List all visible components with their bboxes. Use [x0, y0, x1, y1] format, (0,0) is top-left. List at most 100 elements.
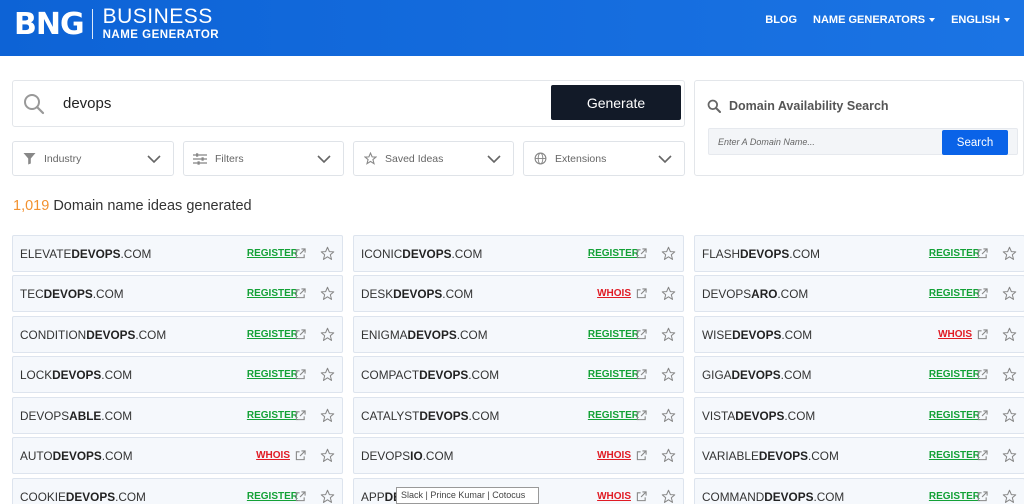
external-link-icon[interactable] — [295, 491, 306, 502]
register-link[interactable]: REGISTER — [929, 288, 980, 299]
external-link-icon[interactable] — [295, 410, 306, 421]
register-link[interactable]: REGISTER — [588, 329, 639, 340]
nav-name-generators[interactable]: NAME GENERATORS — [813, 14, 936, 26]
favorite-star-icon[interactable] — [661, 286, 676, 301]
external-link-icon[interactable] — [977, 410, 988, 421]
favorite-star-icon[interactable] — [1002, 489, 1017, 504]
register-link[interactable]: REGISTER — [247, 369, 298, 380]
domain-name[interactable]: APPDE — [361, 490, 401, 504]
domain-name[interactable]: COMPACTDEVOPS.COM — [361, 368, 499, 382]
external-link-icon[interactable] — [977, 369, 988, 380]
favorite-star-icon[interactable] — [1002, 448, 1017, 463]
register-link[interactable]: REGISTER — [247, 491, 298, 502]
favorite-star-icon[interactable] — [661, 327, 676, 342]
external-link-icon[interactable] — [636, 369, 647, 380]
domain-name[interactable]: ICONICDEVOPS.COM — [361, 247, 482, 261]
external-link-icon[interactable] — [295, 248, 306, 259]
domain-name[interactable]: ENIGMADEVOPS.COM — [361, 328, 488, 342]
domain-name[interactable]: VARIABLEDEVOPS.COM — [702, 449, 839, 463]
favorite-star-icon[interactable] — [320, 367, 335, 382]
register-link[interactable]: REGISTER — [929, 491, 980, 502]
favorite-star-icon[interactable] — [1002, 367, 1017, 382]
register-link[interactable]: REGISTER — [247, 329, 298, 340]
domain-name[interactable]: AUTODEVOPS.COM — [20, 449, 133, 463]
favorite-star-icon[interactable] — [320, 327, 335, 342]
favorite-star-icon[interactable] — [1002, 408, 1017, 423]
favorite-star-icon[interactable] — [320, 246, 335, 261]
favorite-star-icon[interactable] — [320, 448, 335, 463]
domain-search-button[interactable]: Search — [942, 130, 1008, 155]
favorite-star-icon[interactable] — [1002, 246, 1017, 261]
whois-link[interactable]: WHOIS — [256, 450, 290, 461]
domain-name-suffix: .COM — [780, 368, 812, 382]
external-link-icon[interactable] — [977, 329, 988, 340]
domain-name[interactable]: DEVOPSARO.COM — [702, 287, 808, 301]
register-link[interactable]: REGISTER — [588, 248, 639, 259]
domain-name[interactable]: CONDITIONDEVOPS.COM — [20, 328, 166, 342]
nav-blog[interactable]: BLOG — [765, 14, 797, 26]
filters-dropdown[interactable]: Filters — [183, 141, 344, 176]
domain-name[interactable]: COOKIEDEVOPS.COM — [20, 490, 146, 504]
site-logo[interactable]: BNG BUSINESS NAME GENERATOR — [14, 6, 219, 42]
register-link[interactable]: REGISTER — [247, 248, 298, 259]
external-link-icon[interactable] — [636, 450, 647, 461]
whois-link[interactable]: WHOIS — [597, 288, 631, 299]
register-link[interactable]: REGISTER — [588, 410, 639, 421]
domain-name[interactable]: ELEVATEDEVOPS.COM — [20, 247, 151, 261]
external-link-icon[interactable] — [636, 491, 647, 502]
domain-name[interactable]: TECDEVOPS.COM — [20, 287, 124, 301]
domain-card: FLASHDEVOPS.COM REGISTER — [694, 235, 1024, 272]
domain-name[interactable]: WISEDEVOPS.COM — [702, 328, 812, 342]
favorite-star-icon[interactable] — [661, 489, 676, 504]
saved-ideas-dropdown[interactable]: Saved Ideas — [353, 141, 514, 176]
domain-name[interactable]: GIGADEVOPS.COM — [702, 368, 811, 382]
domain-name[interactable]: FLASHDEVOPS.COM — [702, 247, 820, 261]
favorite-star-icon[interactable] — [320, 286, 335, 301]
external-link-icon[interactable] — [636, 288, 647, 299]
external-link-icon[interactable] — [636, 329, 647, 340]
filters-label: Filters — [215, 152, 244, 165]
domain-name[interactable]: COMMANDDEVOPS.COM — [702, 490, 844, 504]
favorite-star-icon[interactable] — [661, 408, 676, 423]
external-link-icon[interactable] — [295, 369, 306, 380]
favorite-star-icon[interactable] — [320, 489, 335, 504]
external-link-icon[interactable] — [977, 450, 988, 461]
external-link-icon[interactable] — [636, 410, 647, 421]
domain-name[interactable]: LOCKDEVOPS.COM — [20, 368, 132, 382]
register-link[interactable]: REGISTER — [247, 410, 298, 421]
domain-name[interactable]: DEVOPSIO.COM — [361, 449, 453, 463]
register-link[interactable]: REGISTER — [247, 288, 298, 299]
external-link-icon[interactable] — [977, 248, 988, 259]
whois-link[interactable]: WHOIS — [597, 491, 631, 502]
external-link-icon[interactable] — [295, 329, 306, 340]
favorite-star-icon[interactable] — [1002, 327, 1017, 342]
external-link-icon[interactable] — [295, 450, 306, 461]
domain-name[interactable]: DESKDEVOPS.COM — [361, 287, 473, 301]
nav-language[interactable]: ENGLISH — [951, 14, 1010, 26]
external-link-icon[interactable] — [977, 288, 988, 299]
domain-name-prefix: DEVOPS — [702, 287, 752, 301]
register-link[interactable]: REGISTER — [929, 450, 980, 461]
whois-link[interactable]: WHOIS — [597, 450, 631, 461]
favorite-star-icon[interactable] — [320, 408, 335, 423]
domain-name[interactable]: CATALYSTDEVOPS.COM — [361, 409, 499, 423]
generate-button[interactable]: Generate — [551, 85, 681, 120]
register-link[interactable]: REGISTER — [588, 369, 639, 380]
domain-name[interactable]: VISTADEVOPS.COM — [702, 409, 815, 423]
register-link[interactable]: REGISTER — [929, 410, 980, 421]
external-link-icon[interactable] — [636, 248, 647, 259]
favorite-star-icon[interactable] — [661, 246, 676, 261]
external-link-icon[interactable] — [295, 288, 306, 299]
extensions-dropdown[interactable]: Extensions — [523, 141, 685, 176]
domain-name[interactable]: DEVOPSABLE.COM — [20, 409, 132, 423]
favorite-star-icon[interactable] — [1002, 286, 1017, 301]
domain-name-keyword: DEVOPS — [65, 490, 116, 504]
register-link[interactable]: REGISTER — [929, 369, 980, 380]
favorite-star-icon[interactable] — [661, 367, 676, 382]
external-link-icon[interactable] — [977, 491, 988, 502]
whois-link[interactable]: WHOIS — [938, 329, 972, 340]
keyword-input[interactable]: devops — [63, 95, 111, 112]
register-link[interactable]: REGISTER — [929, 248, 980, 259]
industry-dropdown[interactable]: Industry — [12, 141, 174, 176]
favorite-star-icon[interactable] — [661, 448, 676, 463]
